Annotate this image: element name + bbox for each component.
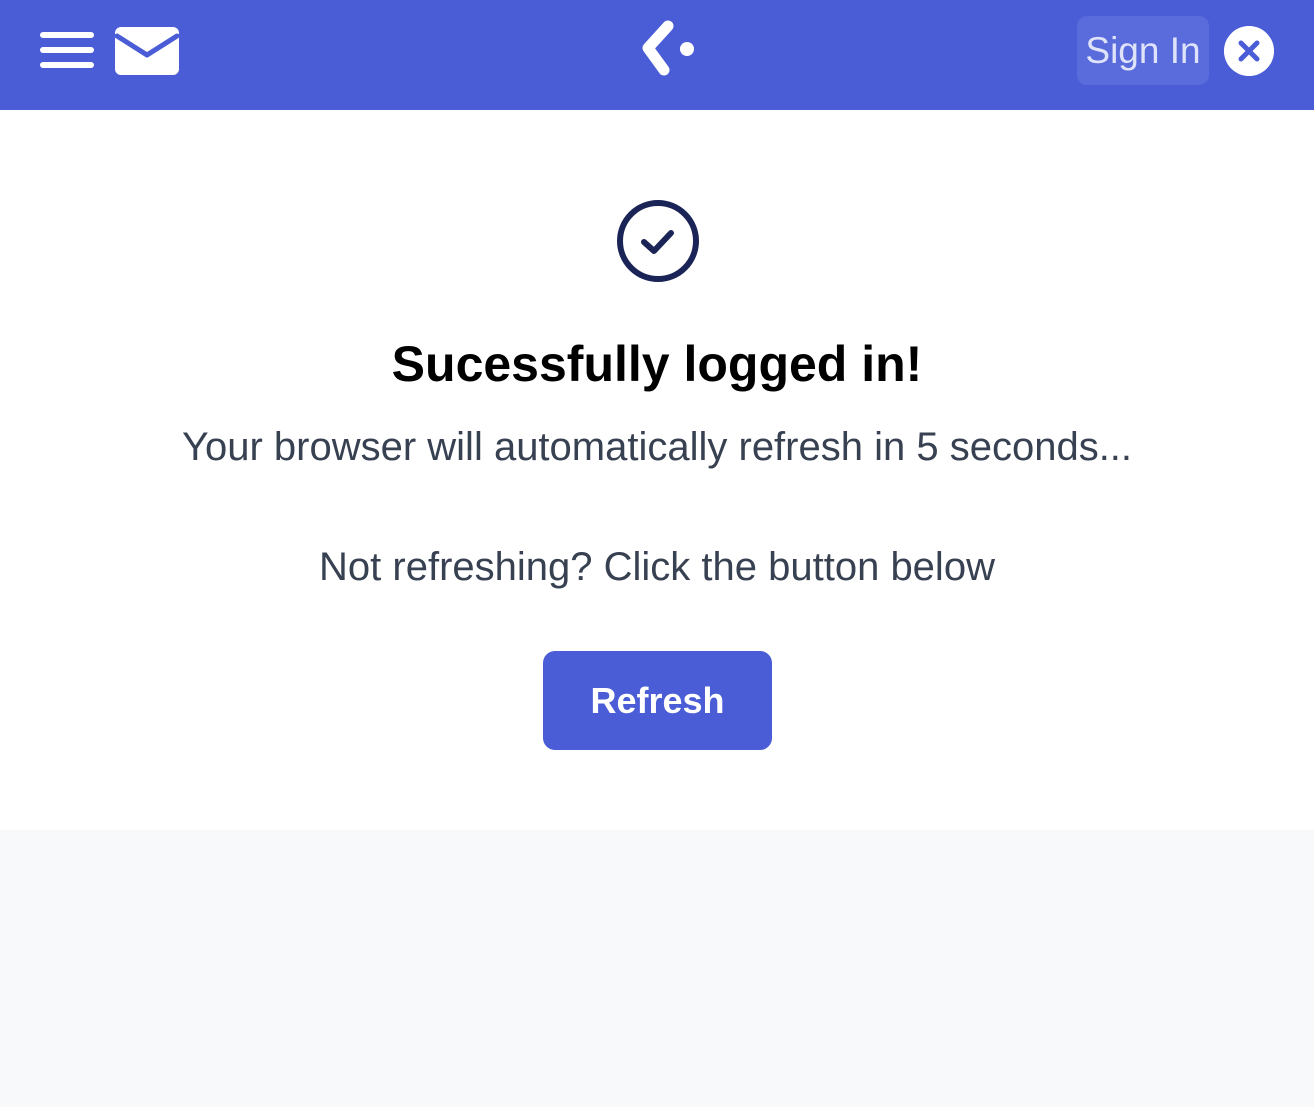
app-logo-icon[interactable]: [636, 18, 700, 82]
envelope-icon[interactable]: [114, 26, 180, 76]
login-success-panel: Sucessfully logged in! Your browser will…: [0, 110, 1314, 830]
check-circle-icon: [617, 200, 699, 282]
hamburger-menu-icon[interactable]: [40, 28, 94, 72]
refresh-hint-text: Not refreshing? Click the button below: [319, 545, 995, 589]
page-title: Sucessfully logged in!: [391, 336, 923, 392]
sign-in-button[interactable]: Sign In: [1077, 16, 1209, 85]
top-navigation-bar: Sign In: [0, 0, 1314, 110]
auto-refresh-message: Your browser will automatically refresh …: [181, 425, 1133, 469]
refresh-button[interactable]: Refresh: [543, 651, 772, 750]
close-icon[interactable]: [1224, 26, 1274, 76]
